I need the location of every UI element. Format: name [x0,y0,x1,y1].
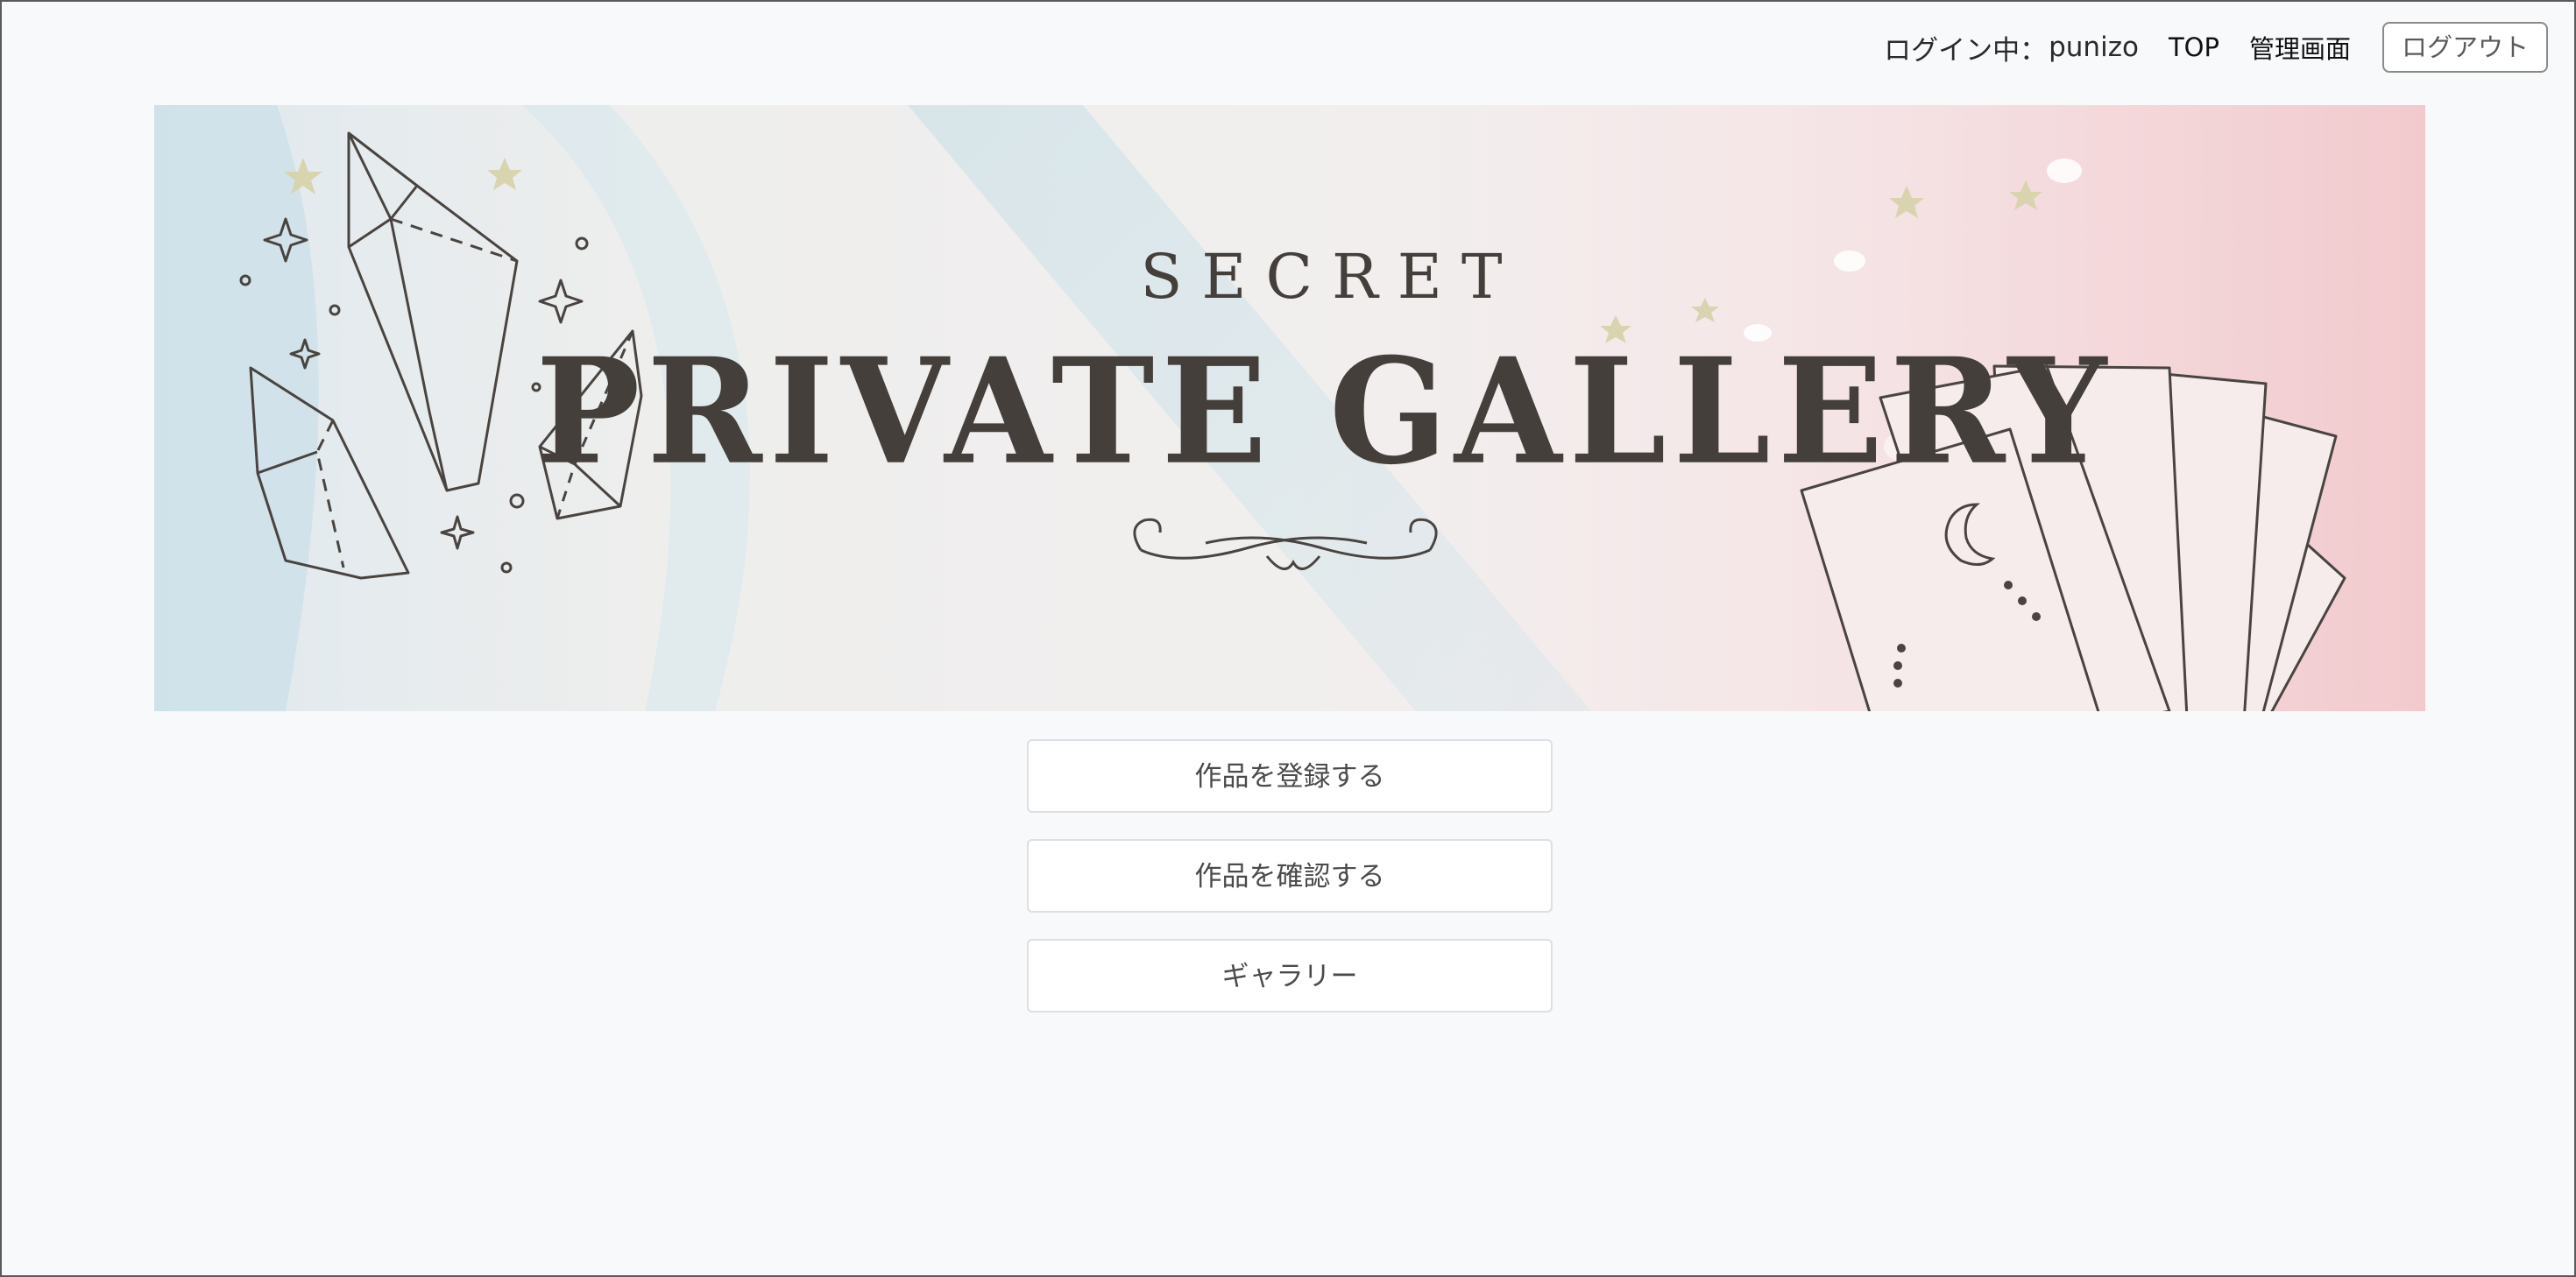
nav-link-admin[interactable]: 管理画面 [2249,29,2351,66]
confirm-artwork-button[interactable]: 作品を確認する [1027,839,1553,913]
main-menu: 作品を登録する 作品を確認する ギャラリー [1027,739,1553,1039]
register-artwork-button[interactable]: 作品を登録する [1027,739,1553,813]
login-label: ログイン中： [1884,34,2048,67]
banner-subtitle: SECRET [1140,241,1522,313]
login-username: punizo [2049,32,2139,63]
hero-banner: SECRET PRIVATE GALLERY [154,105,2425,711]
nav-link-top[interactable]: TOP [2169,32,2219,62]
login-status: ログイン中： punizo [1884,28,2139,67]
logout-button[interactable]: ログアウト [2381,22,2548,73]
browser-window: ログイン中： punizo TOP 管理画面 ログアウト SECRET PRIV… [0,0,2576,1277]
header: ログイン中： punizo TOP 管理画面 ログアウト [1884,21,2548,74]
banner-title: PRIVATE GALLERY [535,327,2114,497]
gallery-button[interactable]: ギャラリー [1027,939,1553,1012]
